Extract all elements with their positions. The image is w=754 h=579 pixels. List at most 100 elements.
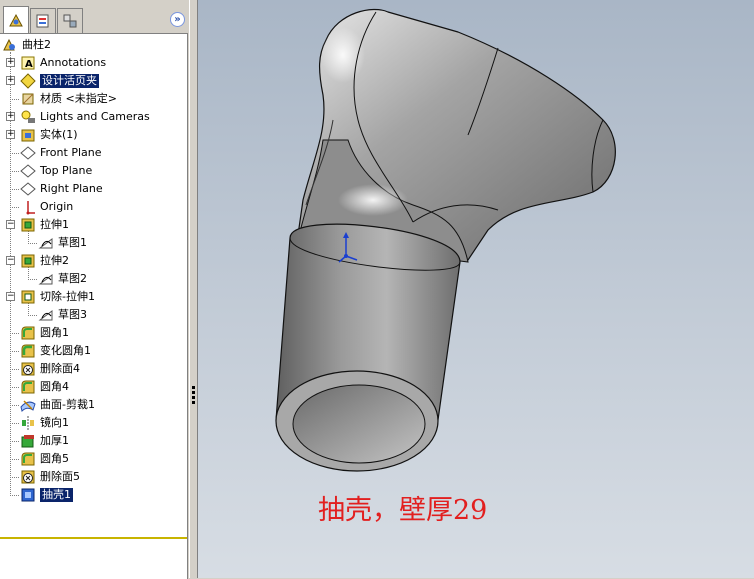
graphics-viewport[interactable]: 抽壳，壁厚29 xyxy=(197,0,754,578)
lights-cameras-icon xyxy=(21,110,35,123)
delete-face-icon xyxy=(21,470,35,484)
fillet-icon xyxy=(21,452,35,466)
tree-item-label: 删除面5 xyxy=(40,470,80,483)
tree-item[interactable]: 删除面4 xyxy=(0,360,187,378)
expand-toggle[interactable]: + xyxy=(6,58,15,67)
splitter-grip xyxy=(192,386,195,389)
svg-text:A: A xyxy=(25,59,33,70)
tree-item[interactable]: 圆角4 xyxy=(0,378,187,396)
expand-toggle[interactable]: + xyxy=(6,130,15,139)
tree-item[interactable]: 圆角5 xyxy=(0,450,187,468)
tree-item-label: 曲面-剪裁1 xyxy=(40,398,95,411)
part-icon xyxy=(3,38,15,51)
thicken-icon xyxy=(21,435,34,448)
tree-item-label: 材质 <未指定> xyxy=(40,92,117,105)
tree-item-label: 镜向1 xyxy=(40,416,69,429)
property-manager-icon xyxy=(36,14,49,28)
tree-item-label: 抽壳1 xyxy=(40,488,73,502)
coordinate-triad-icon xyxy=(338,232,358,263)
sketch-icon xyxy=(38,310,53,321)
expand-panel-button[interactable]: » xyxy=(170,12,185,27)
tree-item[interactable]: 草图2 xyxy=(0,270,187,288)
tree-item-label: 加厚1 xyxy=(40,434,69,447)
delete-face-icon xyxy=(21,362,35,376)
annotations-icon: A xyxy=(21,56,35,70)
tree-item[interactable]: Top Plane xyxy=(0,162,187,180)
tree-item[interactable]: 删除面5 xyxy=(0,468,187,486)
configuration-manager-icon xyxy=(63,14,77,28)
tree-item-label: 草图3 xyxy=(58,308,87,321)
fillet-icon xyxy=(21,326,35,340)
tree-item[interactable]: 曲面-剪裁1 xyxy=(0,396,187,414)
surface-trim-icon xyxy=(20,400,36,412)
tree-item-label: 切除-拉伸1 xyxy=(40,290,95,303)
tree-item[interactable]: − 拉伸1 xyxy=(0,216,187,234)
tree-item[interactable]: 草图1 xyxy=(0,234,187,252)
tree-item[interactable]: + A Annotations xyxy=(0,54,187,72)
fillet-icon xyxy=(21,380,35,394)
panel-splitter[interactable] xyxy=(189,0,197,578)
tree-item-label: Annotations xyxy=(40,56,107,69)
tree-item-label: Top Plane xyxy=(40,164,93,177)
tree-item-label: 实体(1) xyxy=(40,128,78,141)
tree-item[interactable]: 镜向1 xyxy=(0,414,187,432)
plane-icon xyxy=(20,182,36,196)
collapse-toggle[interactable]: − xyxy=(6,256,15,265)
collapse-toggle[interactable]: − xyxy=(6,220,15,229)
tree-item[interactable]: Right Plane xyxy=(0,180,187,198)
feature-manager-icon xyxy=(9,13,23,26)
tree-item[interactable]: 材质 <未指定> xyxy=(0,90,187,108)
plane-icon xyxy=(20,164,36,178)
design-binder-icon xyxy=(20,73,36,89)
tree-root-label: 曲柱2 xyxy=(22,38,51,51)
splitter-grip xyxy=(192,401,195,404)
tree-item-label: 草图2 xyxy=(58,272,87,285)
tree-item-label: 删除面4 xyxy=(40,362,80,375)
tree-item[interactable]: Origin xyxy=(0,198,187,216)
solid-bodies-icon xyxy=(21,129,35,142)
splitter-grip xyxy=(192,396,195,399)
shell-icon xyxy=(21,488,35,502)
tree-item[interactable]: + 设计活页夹 xyxy=(0,72,187,90)
tree-item-label: Front Plane xyxy=(40,146,102,159)
mirror-icon xyxy=(22,416,34,430)
tree-item[interactable]: + 实体(1) xyxy=(0,126,187,144)
tree-item[interactable]: − 拉伸2 xyxy=(0,252,187,270)
tree-item[interactable]: 变化圆角1 xyxy=(0,342,187,360)
tree-item[interactable]: 圆角1 xyxy=(0,324,187,342)
expand-toggle[interactable]: + xyxy=(6,112,15,121)
panel-tab-bar: » xyxy=(0,0,189,34)
material-icon xyxy=(22,93,34,105)
cut-extrude-icon xyxy=(21,290,35,304)
tree-item-label: Origin xyxy=(40,200,74,213)
tree-root[interactable]: 曲柱2 xyxy=(0,36,187,54)
origin-icon xyxy=(26,201,35,215)
tree-item-label: 变化圆角1 xyxy=(40,344,91,357)
variable-fillet-icon xyxy=(21,344,35,358)
tab-feature-manager[interactable] xyxy=(3,6,29,34)
annotation-caption: 抽壳，壁厚29 xyxy=(318,495,488,526)
tree-item[interactable]: − 切除-拉伸1 xyxy=(0,288,187,306)
tab-configuration-manager[interactable] xyxy=(57,8,83,33)
tree-item-label: 圆角5 xyxy=(40,452,69,465)
tree-item-label: 设计活页夹 xyxy=(40,74,99,88)
tree-item-label: 拉伸1 xyxy=(40,218,69,231)
sketch-icon xyxy=(38,238,53,249)
tree-item[interactable]: 抽壳1 xyxy=(0,486,187,504)
tree-item[interactable]: + Lights and Cameras xyxy=(0,108,187,126)
extrude-icon xyxy=(21,254,35,268)
expand-toggle[interactable]: + xyxy=(6,76,15,85)
feature-tree[interactable]: 曲柱2 + A Annotations + 设计活页夹材质 <未指定> + Lights a… xyxy=(0,33,188,579)
tree-item-label: 圆角1 xyxy=(40,326,69,339)
feature-manager-panel: » 曲柱2 + A Annotations + 设计活页夹材质 <未指定> + Lights… xyxy=(0,0,189,579)
tree-item[interactable]: Front Plane xyxy=(0,144,187,162)
sketch-icon xyxy=(38,274,53,285)
tree-item-label: 拉伸2 xyxy=(40,254,69,267)
tree-item[interactable]: 加厚1 xyxy=(0,432,187,450)
splitter-grip xyxy=(192,391,195,394)
rollback-bar[interactable] xyxy=(0,537,187,539)
tab-property-manager[interactable] xyxy=(30,8,56,33)
extrude-icon xyxy=(21,218,35,232)
tree-item[interactable]: 草图3 xyxy=(0,306,187,324)
collapse-toggle[interactable]: − xyxy=(6,292,15,301)
